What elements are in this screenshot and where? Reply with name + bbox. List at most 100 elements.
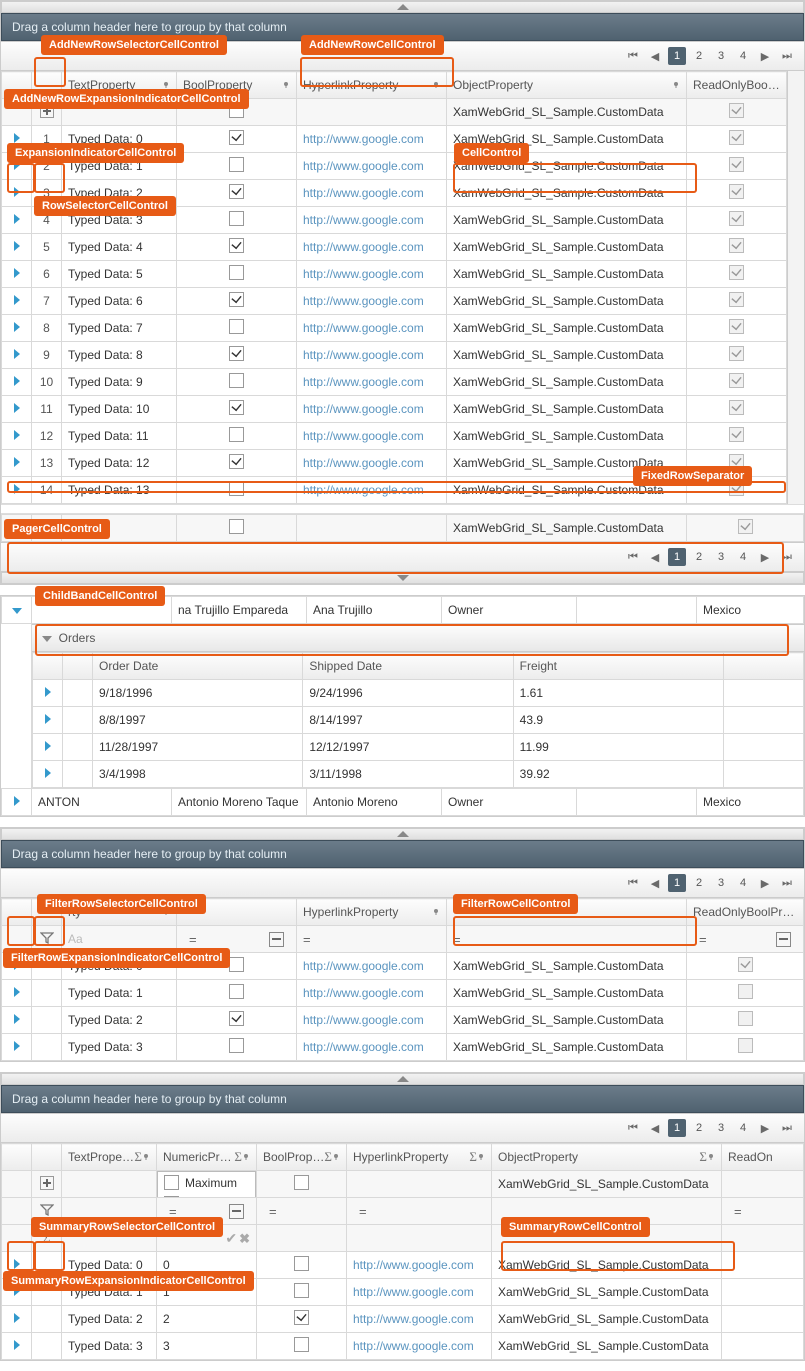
pin-icon[interactable] [672, 81, 680, 89]
expand-toggle[interactable] [2, 315, 32, 342]
checkbox[interactable] [229, 238, 244, 253]
cell-bool[interactable] [177, 261, 297, 288]
col-hyperlink[interactable]: HyperlinkProperty [297, 899, 447, 926]
pager-first-icon[interactable]: ⏮ [624, 874, 642, 892]
checkbox[interactable] [229, 957, 244, 972]
table-row[interactable]: Typed Data: 2http://www.google.comXamWeb… [2, 1007, 804, 1034]
checkbox[interactable] [294, 1283, 309, 1298]
pager-page-3[interactable]: 3 [712, 1119, 730, 1137]
table-row[interactable]: 14Typed Data: 13http://www.google.comXam… [2, 477, 787, 504]
cell-link[interactable]: http://www.google.com [297, 234, 447, 261]
hyperlink[interactable]: http://www.google.com [303, 159, 424, 173]
row-selector[interactable]: 5 [32, 234, 62, 261]
checkbox[interactable] [229, 103, 244, 118]
table-row[interactable]: 7Typed Data: 6http://www.google.comXamWe… [2, 288, 787, 315]
expand-toggle[interactable] [2, 450, 32, 477]
group-by-bar[interactable]: Drag a column header here to group by th… [1, 13, 804, 41]
hyperlink[interactable]: http://www.google.com [303, 321, 424, 335]
row-selector[interactable]: 1 [32, 126, 62, 153]
checkbox[interactable] [229, 519, 244, 534]
expand-toggle[interactable] [2, 207, 32, 234]
row-selector[interactable]: 3 [32, 180, 62, 207]
plus-icon[interactable] [40, 104, 54, 118]
table-row[interactable]: 9/18/19969/24/19961.61 [33, 680, 804, 707]
row-selector[interactable]: 8 [32, 315, 62, 342]
apply-icon[interactable]: ✔ [225, 1230, 237, 1246]
summary-opt-max[interactable]: Maximum [185, 1176, 237, 1190]
col-text[interactable]: TextPropertyΣ [62, 1144, 157, 1171]
pager-page-1[interactable]: 1 [668, 874, 686, 892]
hyperlink[interactable]: http://www.google.com [303, 483, 424, 497]
cell-link[interactable]: http://www.google.com [297, 423, 447, 450]
filter-bool[interactable]: = [177, 926, 297, 953]
cell-bool[interactable] [177, 153, 297, 180]
cell-link[interactable]: http://www.google.com [297, 288, 447, 315]
checkbox[interactable] [229, 984, 244, 999]
expand-toggle[interactable] [2, 477, 32, 504]
cell-link[interactable]: http://www.google.com [297, 369, 447, 396]
filter-row[interactable]: Aa = = = = [2, 926, 804, 953]
col-hyperlink[interactable]: HyperlinkPropertyΣ [347, 1144, 492, 1171]
cell-link[interactable]: http://www.google.com [297, 180, 447, 207]
table-row[interactable]: Typed Data: 11http://www.google.comXamWe… [2, 1279, 804, 1306]
expand-toggle[interactable] [2, 423, 32, 450]
cell-link[interactable]: http://www.google.com [297, 261, 447, 288]
col-robool[interactable]: ReadOnlyBoolProperty [687, 899, 804, 926]
hyperlink[interactable]: http://www.google.com [303, 132, 424, 146]
checkbox[interactable] [229, 184, 244, 199]
checkbox[interactable] [229, 211, 244, 226]
cell-link[interactable]: http://www.google.com [297, 477, 447, 504]
pager-page-2[interactable]: 2 [690, 1119, 708, 1137]
pager-last-icon[interactable]: ⏭ [778, 47, 796, 65]
pager-first-icon[interactable]: ⏮ [624, 548, 642, 566]
hyperlink[interactable]: http://www.google.com [303, 429, 424, 443]
expand-toggle[interactable] [2, 261, 32, 288]
pager-prev-icon[interactable]: ◀ [646, 1119, 664, 1137]
table-row[interactable]: 3Typed Data: 2http://www.google.comXamWe… [2, 180, 787, 207]
table-row[interactable]: Typed Data: 3http://www.google.comXamWeb… [2, 1034, 804, 1061]
table-row[interactable]: Typed Data: 22http://www.google.comXamWe… [2, 1306, 804, 1333]
row-selector[interactable]: 2 [32, 153, 62, 180]
table-row[interactable]: 8Typed Data: 7http://www.google.comXamWe… [2, 315, 787, 342]
pin-icon[interactable] [282, 81, 290, 89]
table-row[interactable]: 11/28/199712/12/199711.99 [33, 734, 804, 761]
expand-toggle[interactable] [2, 1034, 32, 1061]
table-row[interactable]: 12Typed Data: 11http://www.google.comXam… [2, 423, 787, 450]
cell-link[interactable]: http://www.google.com [297, 126, 447, 153]
cell-link[interactable]: http://www.google.com [297, 396, 447, 423]
col-text[interactable]: TextProperty [62, 72, 177, 99]
cell-bool[interactable] [177, 288, 297, 315]
child-col-freight[interactable]: Freight [513, 653, 723, 680]
col-text[interactable]: rty [62, 899, 177, 926]
checkbox[interactable] [229, 346, 244, 361]
cell-link[interactable]: http://www.google.com [297, 315, 447, 342]
group-by-bar[interactable]: Drag a column header here to group by th… [1, 840, 804, 868]
expand-toggle[interactable] [2, 126, 32, 153]
plus-icon[interactable] [40, 520, 54, 534]
checkbox[interactable] [229, 1011, 244, 1026]
filter-hyperlink[interactable]: = [297, 926, 447, 953]
checkbox[interactable] [164, 1196, 179, 1198]
expand-toggle[interactable] [33, 680, 63, 707]
col-bool[interactable] [177, 899, 297, 926]
table-row[interactable]: 4Typed Data: 3http://www.google.comXamWe… [2, 207, 787, 234]
col-object[interactable] [447, 899, 687, 926]
pager-page-3[interactable]: 3 [712, 548, 730, 566]
checkbox[interactable] [229, 481, 244, 496]
pager-page-2[interactable]: 2 [690, 47, 708, 65]
expand-toggle[interactable] [2, 1007, 32, 1034]
table-row[interactable]: 2Typed Data: 1http://www.google.comXamWe… [2, 153, 787, 180]
col-robool[interactable]: ReadOnlyBoolProperty [687, 72, 787, 99]
table-row[interactable]: 8/8/19978/14/199743.9 [33, 707, 804, 734]
vertical-scrollbar[interactable] [787, 71, 804, 504]
checkbox[interactable] [229, 1038, 244, 1053]
summary-filter-row[interactable]: = = = = [2, 1198, 804, 1225]
pager-first-icon[interactable]: ⏮ [624, 1119, 642, 1137]
summary-options-popup[interactable]: Maximum Minimum [157, 1171, 256, 1198]
row-selector[interactable]: 4 [32, 207, 62, 234]
table-row[interactable]: Typed Data: 33http://www.google.comXamWe… [2, 1333, 804, 1360]
table-row[interactable]: 13Typed Data: 12http://www.google.comXam… [2, 450, 787, 477]
row-selector[interactable]: 11 [32, 396, 62, 423]
hyperlink[interactable]: http://www.google.com [303, 267, 424, 281]
hyperlink[interactable]: http://www.google.com [303, 986, 424, 1000]
